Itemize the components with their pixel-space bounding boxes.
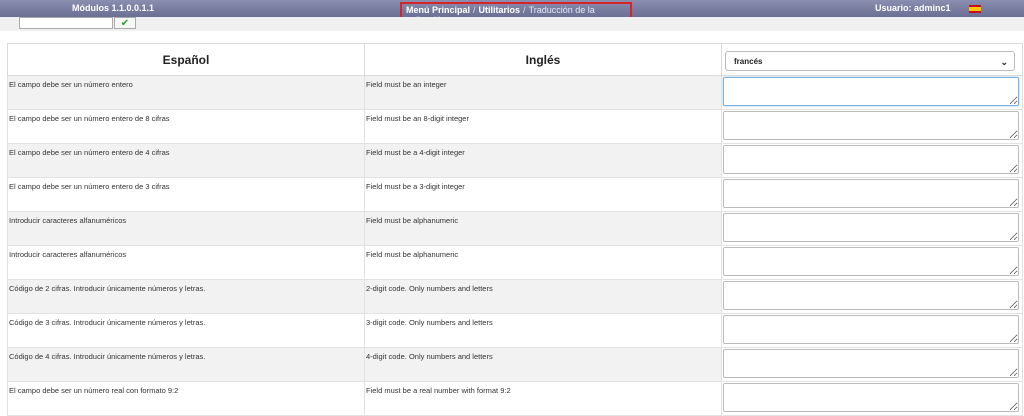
spanish-text: El campo debe ser un número entero de 4 … — [7, 143, 365, 178]
spanish-text: Código de 2 cifras. Introducir únicament… — [7, 279, 365, 314]
language-select[interactable]: francés ⌄ — [725, 51, 1015, 71]
spanish-text: El campo debe ser un número entero — [7, 75, 365, 110]
search-bar: ✔ — [0, 17, 1024, 31]
english-text: Field must be an 8-digit integer — [364, 109, 722, 144]
translation-input[interactable] — [723, 315, 1019, 344]
spanish-text: Introducir caracteres alfanuméricos — [7, 211, 365, 246]
table-row: Código de 4 cifras. Introducir únicament… — [7, 347, 1023, 382]
column-header-target-language: francés ⌄ — [721, 43, 1023, 76]
spanish-text: El campo debe ser un número entero de 3 … — [7, 177, 365, 212]
breadcrumb-separator: / — [523, 5, 526, 15]
table-row: Introducir caracteres alfanuméricos Field… — [7, 245, 1023, 280]
spain-flag-icon[interactable] — [969, 5, 981, 13]
translation-input[interactable] — [723, 179, 1019, 208]
spanish-text: El campo debe ser un número real con for… — [7, 381, 365, 416]
confirm-check-button[interactable]: ✔ — [114, 17, 136, 29]
breadcrumb-main-menu[interactable]: Menú Principal — [406, 5, 470, 15]
breadcrumb-utilities[interactable]: Utilitarios — [479, 5, 521, 15]
english-text: 3-digit code. Only numbers and letters — [364, 313, 722, 348]
translation-cell — [721, 177, 1023, 212]
translation-input[interactable] — [723, 213, 1019, 242]
translation-input[interactable] — [723, 281, 1019, 310]
translation-input[interactable] — [723, 247, 1019, 276]
table-row: El campo debe ser un número entero de 8 … — [7, 109, 1023, 144]
table-row: Código de 2 cifras. Introducir únicament… — [7, 279, 1023, 314]
breadcrumb-separator: / — [473, 5, 476, 15]
translation-cell — [721, 245, 1023, 280]
translation-table: Español Inglés francés ⌄ El campo debe s… — [7, 43, 1023, 416]
table-row: El campo debe ser un número entero de 4 … — [7, 143, 1023, 178]
translation-input[interactable] — [723, 383, 1019, 412]
translation-cell — [721, 109, 1023, 144]
translation-cell — [721, 211, 1023, 246]
english-text: Field must be alphanumeric — [364, 245, 722, 280]
english-text: Field must be a real number with format … — [364, 381, 722, 416]
english-text: 2-digit code. Only numbers and letters — [364, 279, 722, 314]
spanish-text: Código de 4 cifras. Introducir únicament… — [7, 347, 365, 382]
table-row: El campo debe ser un número real con for… — [7, 381, 1023, 416]
search-input[interactable] — [19, 17, 113, 29]
translation-cell — [721, 143, 1023, 178]
translation-cell — [721, 347, 1023, 382]
language-select-value: francés — [734, 57, 763, 66]
table-row: El campo debe ser un número entero Field … — [7, 75, 1023, 110]
column-header-spanish: Español — [7, 43, 365, 76]
spanish-text: El campo debe ser un número entero de 8 … — [7, 109, 365, 144]
chevron-down-icon: ⌄ — [1000, 57, 1008, 67]
table-row: El campo debe ser un número entero de 3 … — [7, 177, 1023, 212]
table-row: Introducir caracteres alfanuméricos Field… — [7, 211, 1023, 246]
english-text: 4-digit code. Only numbers and letters — [364, 347, 722, 382]
translation-cell — [721, 75, 1023, 110]
spanish-text: Introducir caracteres alfanuméricos — [7, 245, 365, 280]
translation-input[interactable] — [723, 111, 1019, 140]
english-text: Field must be alphanumeric — [364, 211, 722, 246]
translation-cell — [721, 279, 1023, 314]
translation-cell — [721, 381, 1023, 416]
translation-input[interactable] — [723, 77, 1019, 106]
top-bar: Módulos 1.1.0.0.1.1 Menú Principal / Utili… — [0, 0, 1024, 25]
column-header-english: Inglés — [364, 43, 722, 76]
module-version: Módulos 1.1.0.0.1.1 — [72, 3, 155, 13]
table-row: Código de 3 cifras. Introducir únicament… — [7, 313, 1023, 348]
spanish-text: Código de 3 cifras. Introducir únicament… — [7, 313, 365, 348]
english-text: Field must be a 4-digit integer — [364, 143, 722, 178]
translation-cell — [721, 313, 1023, 348]
user-label: Usuario: adminc1 — [875, 3, 951, 13]
english-text: Field must be a 3-digit integer — [364, 177, 722, 212]
translation-input[interactable] — [723, 145, 1019, 174]
english-text: Field must be an integer — [364, 75, 722, 110]
translation-input[interactable] — [723, 349, 1019, 378]
